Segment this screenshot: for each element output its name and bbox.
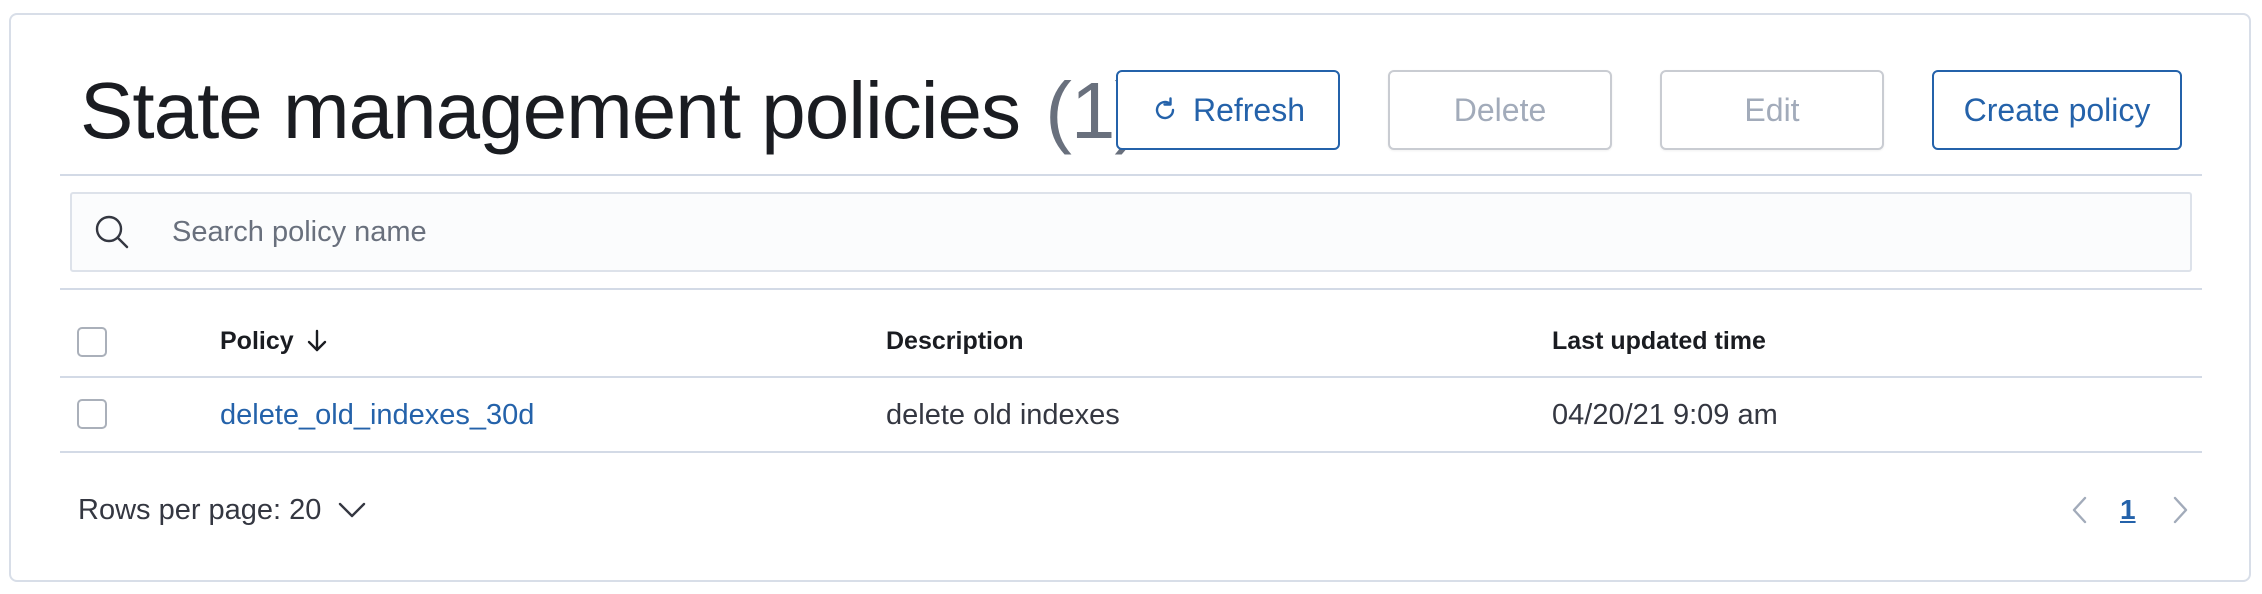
page-1-link[interactable]: 1 [2120, 492, 2136, 528]
refresh-icon [1151, 96, 1179, 124]
refresh-button[interactable]: Refresh [1116, 70, 1340, 150]
refresh-button-label: Refresh [1192, 91, 1306, 128]
search-bar[interactable] [70, 192, 2192, 272]
delete-button[interactable]: Delete [1388, 70, 1612, 150]
policy-description: delete old indexes [886, 399, 1120, 431]
table-bottom-divider [60, 451, 2202, 453]
page-title: State management policies (1) [80, 56, 1141, 166]
create-policy-button[interactable]: Create policy [1932, 70, 2182, 150]
column-header-policy[interactable]: Policy [220, 326, 330, 356]
search-divider [60, 288, 2202, 290]
select-all-checkbox[interactable] [77, 327, 107, 357]
rows-per-page-select[interactable]: Rows per page: 20 [78, 492, 367, 528]
chevron-left-icon [2068, 494, 2092, 526]
policy-name-link[interactable]: delete_old_indexes_30d [220, 398, 534, 432]
header-divider [60, 174, 2202, 176]
table-header-divider [60, 376, 2202, 378]
column-header-last-updated-label: Last updated time [1552, 327, 1766, 355]
chevron-down-icon [337, 500, 367, 520]
policy-last-updated: 04/20/21 9:09 am [1552, 399, 1778, 431]
column-header-description-label: Description [886, 327, 1024, 355]
create-policy-button-label: Create policy [1963, 91, 2151, 128]
column-header-policy-label: Policy [220, 327, 294, 355]
previous-page-button[interactable] [2068, 492, 2092, 528]
row-checkbox[interactable] [77, 399, 107, 429]
edit-button[interactable]: Edit [1660, 70, 1884, 150]
sort-descending-icon [304, 328, 330, 354]
delete-button-label: Delete [1453, 91, 1547, 128]
page-title-text: State management policies [80, 66, 1021, 155]
search-input[interactable] [172, 215, 2072, 249]
column-header-description[interactable]: Description [886, 326, 1024, 356]
rows-per-page-label: Rows per page: 20 [78, 494, 322, 526]
column-header-last-updated[interactable]: Last updated time [1552, 326, 1766, 356]
chevron-right-icon [2168, 494, 2192, 526]
edit-button-label: Edit [1744, 91, 1800, 128]
next-page-button[interactable] [2168, 492, 2192, 528]
search-icon [92, 212, 132, 252]
